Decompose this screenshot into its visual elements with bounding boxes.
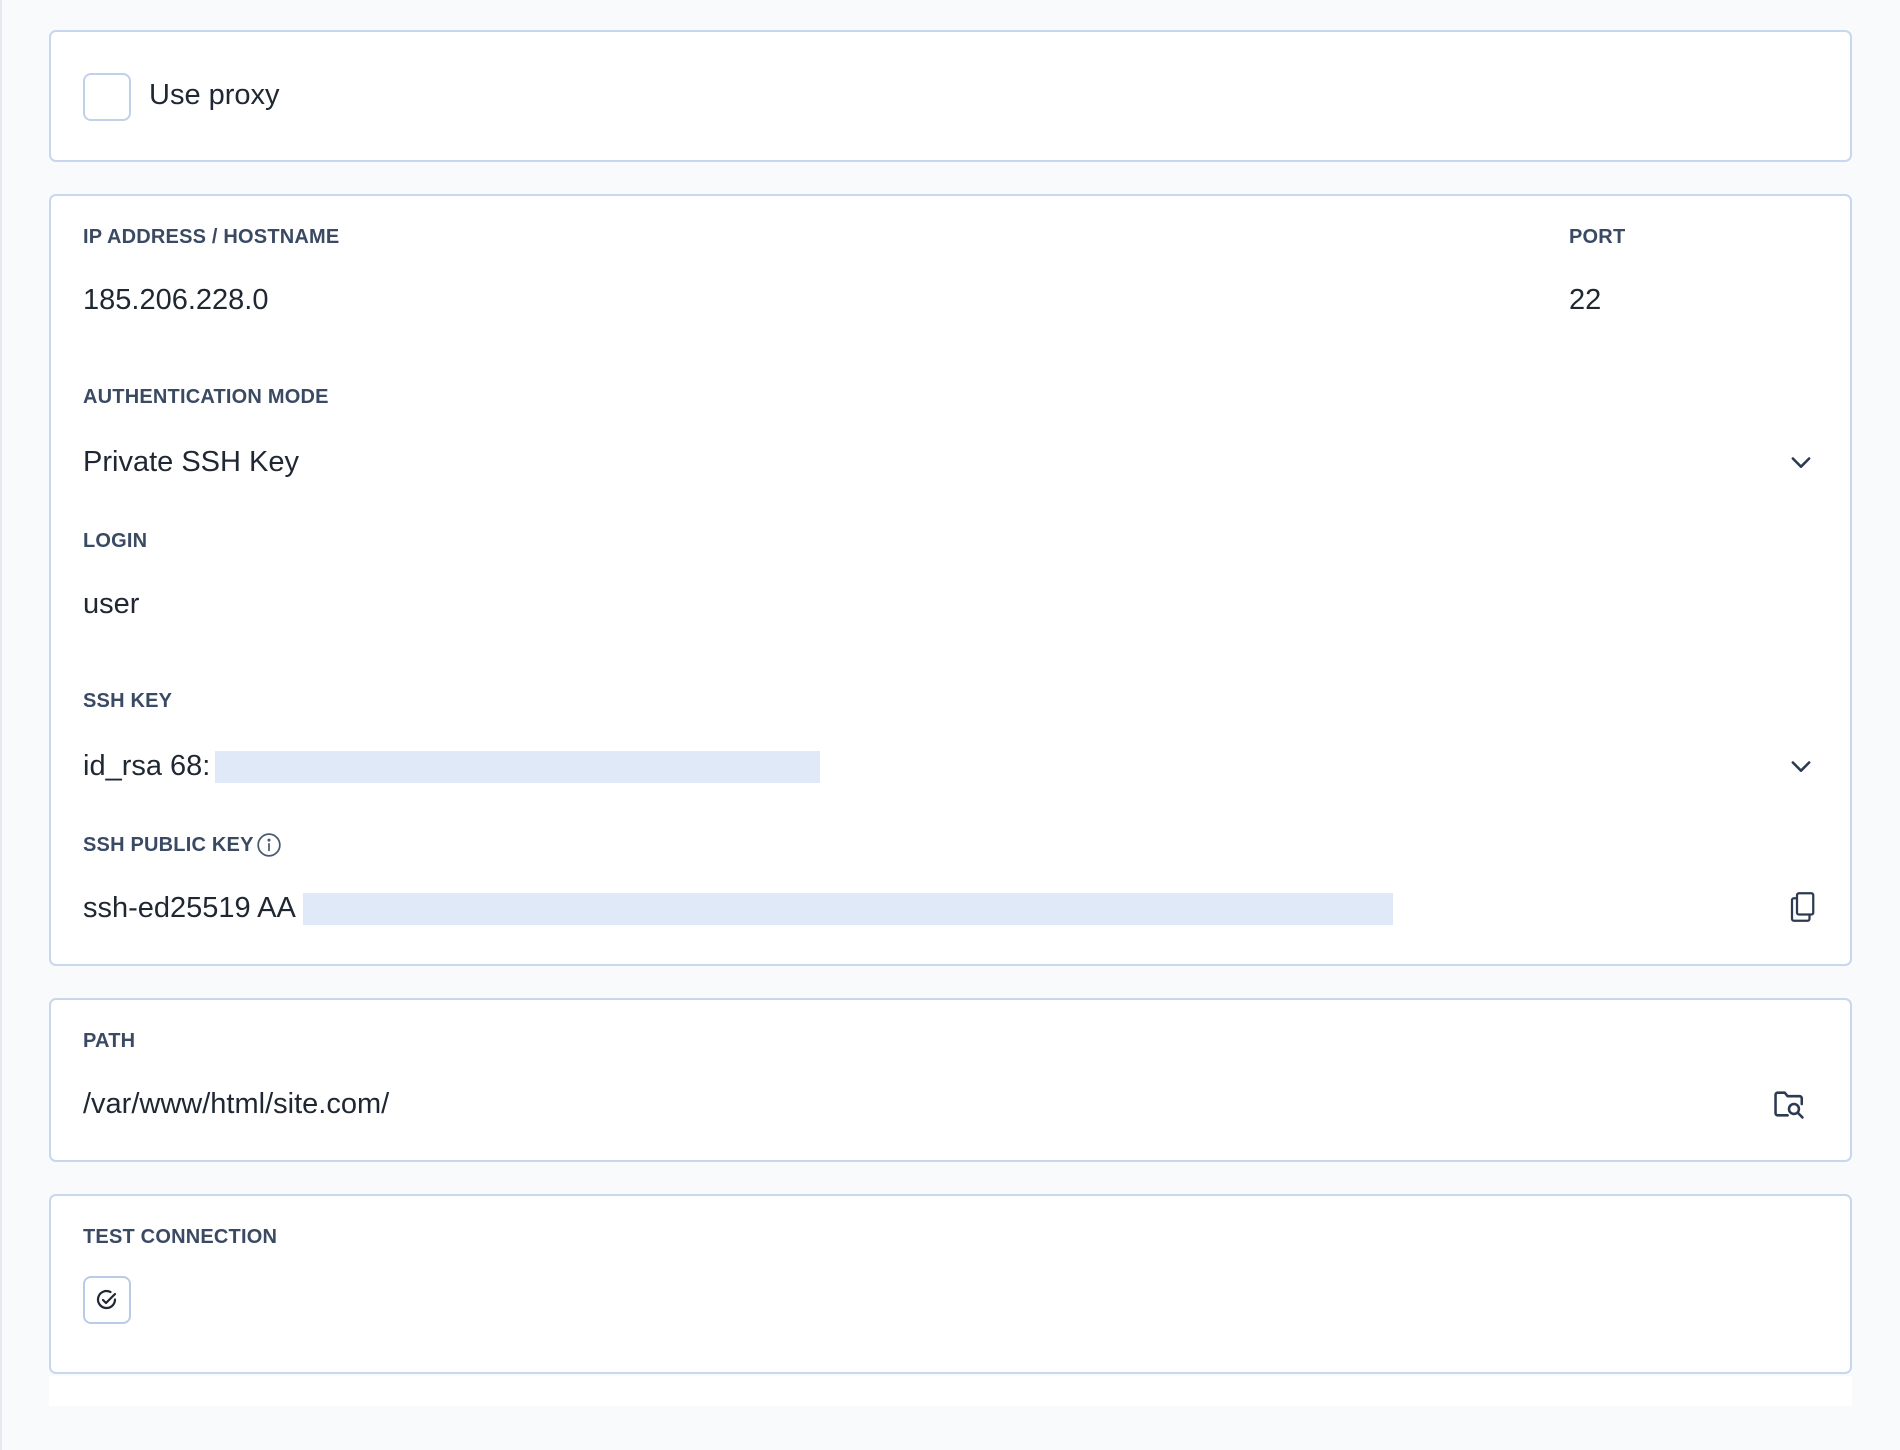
copy-icon[interactable] bbox=[1784, 888, 1820, 926]
connection-card: IP ADDRESS / HOSTNAME 185.206.228.0 PORT… bbox=[49, 194, 1852, 966]
folder-search-icon[interactable] bbox=[1769, 1084, 1809, 1124]
ssh-public-key-label: SSH PUBLIC KEY bbox=[83, 834, 254, 856]
auth-mode-select[interactable]: Private SSH Key bbox=[83, 446, 299, 479]
port-label: PORT bbox=[1569, 226, 1626, 248]
ssh-key-label: SSH KEY bbox=[83, 690, 173, 712]
left-divider bbox=[0, 0, 2, 1450]
host-label: IP ADDRESS / HOSTNAME bbox=[83, 226, 340, 248]
test-connection-label: TEST CONNECTION bbox=[83, 1226, 278, 1248]
check-circle-icon bbox=[95, 1288, 119, 1312]
ssh-public-key-redaction bbox=[303, 893, 1393, 925]
proxy-card: Use proxy bbox=[49, 30, 1852, 162]
use-proxy-label: Use proxy bbox=[149, 79, 280, 111]
path-label: PATH bbox=[83, 1030, 136, 1052]
ssh-key-redaction bbox=[215, 751, 820, 783]
footer-strip bbox=[49, 1376, 1852, 1406]
ssh-key-select[interactable]: id_rsa 68: bbox=[83, 750, 210, 783]
info-icon[interactable] bbox=[255, 831, 283, 859]
login-label: LOGIN bbox=[83, 530, 148, 552]
test-connection-card: TEST CONNECTION bbox=[49, 1194, 1852, 1374]
ssh-public-key-value: ssh-ed25519 AA bbox=[83, 892, 296, 924]
chevron-down-icon[interactable] bbox=[1785, 446, 1817, 478]
path-card: PATH /var/www/html/site.com/ bbox=[49, 998, 1852, 1162]
path-input[interactable]: /var/www/html/site.com/ bbox=[83, 1088, 389, 1121]
use-proxy-checkbox[interactable] bbox=[83, 73, 131, 121]
login-input[interactable]: user bbox=[83, 588, 139, 621]
host-input[interactable]: 185.206.228.0 bbox=[83, 284, 268, 317]
auth-mode-label: AUTHENTICATION MODE bbox=[83, 386, 329, 408]
port-input[interactable]: 22 bbox=[1569, 284, 1601, 317]
chevron-down-icon[interactable] bbox=[1785, 750, 1817, 782]
test-connection-button[interactable] bbox=[83, 1276, 131, 1324]
